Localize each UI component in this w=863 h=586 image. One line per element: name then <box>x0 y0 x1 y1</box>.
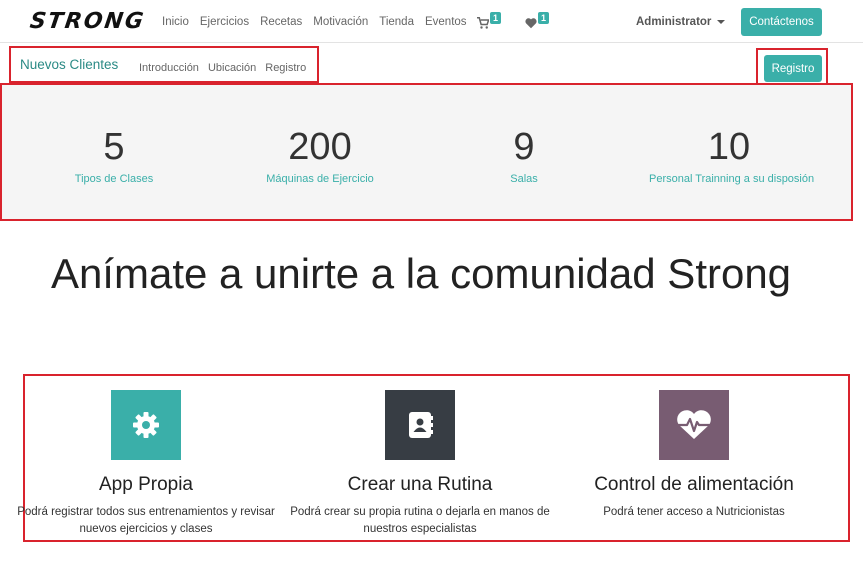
wishlist-link[interactable]: 1 <box>525 12 550 29</box>
subnav-title[interactable]: Nuevos Clientes <box>20 57 118 72</box>
feature-description: Podrá crear su propia rutina o dejarla e… <box>290 506 550 535</box>
stat-label: Personal Trainning a su disposión <box>649 173 815 185</box>
cart-link[interactable]: 1 <box>477 12 502 29</box>
feature-icon-box <box>111 390 181 460</box>
subnav-menu: Introducción Ubicación Registro <box>139 62 315 74</box>
feature-title: App Propia <box>98 474 193 495</box>
feature-description: Podrá tener acceso a Nutricionistas <box>603 506 785 518</box>
stat-number: 5 <box>103 126 125 168</box>
subnav-item-ubicacion[interactable]: Ubicación <box>208 62 256 74</box>
contact-button[interactable]: Contáctenos <box>741 8 822 36</box>
caret-down-icon <box>717 19 726 24</box>
register-button[interactable]: Registro <box>764 55 822 82</box>
stat-item: 200 Máquinas de Ejercicio <box>255 125 385 185</box>
stats-section: 5 Tipos de Clases 200 Máquinas de Ejerci… <box>0 83 853 221</box>
feature-title: Crear una Rutina <box>347 474 493 495</box>
feature-card: Crear una Rutina Podrá crear su propia r… <box>285 390 555 538</box>
brand-logo[interactable]: STRONG <box>28 9 146 34</box>
heartbeat-icon <box>677 410 711 439</box>
cart-count-badge: 1 <box>490 12 502 24</box>
menu-item-motivacion[interactable]: Motivación <box>313 16 368 28</box>
stat-number: 200 <box>288 126 352 168</box>
main-menu: Inicio Ejercicios Recetas Motivación Tie… <box>162 16 478 28</box>
stat-item: 9 Salas <box>484 125 564 185</box>
feature-card: App Propia Podrá registrar todos sus ent… <box>11 390 281 538</box>
menu-item-ejercicios[interactable]: Ejercicios <box>200 16 249 28</box>
cart-icon <box>477 17 489 29</box>
stat-label: Tipos de Clases <box>74 173 154 185</box>
menu-item-recetas[interactable]: Recetas <box>260 16 302 28</box>
stat-item: 5 Tipos de Clases <box>64 125 164 185</box>
page-headline: Anímate a unirte a la comunidad Strong <box>50 250 792 297</box>
feature-icon-box <box>659 390 729 460</box>
stat-number: 10 <box>707 126 751 168</box>
feature-card: Control de alimentación Podrá tener acce… <box>559 390 829 521</box>
menu-item-inicio[interactable]: Inicio <box>162 16 189 28</box>
stat-number: 9 <box>513 126 535 168</box>
user-name: Administrator <box>636 16 712 28</box>
menu-item-tienda[interactable]: Tienda <box>379 16 414 28</box>
menu-item-eventos[interactable]: Eventos <box>425 16 467 28</box>
subnav-highlight: Nuevos Clientes Introducción Ubicación R… <box>9 46 319 83</box>
address-book-icon <box>409 412 433 438</box>
subnav-item-introduccion[interactable]: Introducción <box>139 62 199 74</box>
gear-icon <box>133 412 159 438</box>
features-section: App Propia Podrá registrar todos sus ent… <box>17 374 850 542</box>
stat-label: Salas <box>510 173 538 185</box>
feature-icon-box <box>385 390 455 460</box>
heart-icon <box>525 18 537 29</box>
stat-label: Máquinas de Ejercicio <box>266 173 374 185</box>
subnav-item-registro[interactable]: Registro <box>265 62 306 74</box>
stat-item: 10 Personal Trainning a su disposión <box>649 125 815 185</box>
user-menu[interactable]: Administrator <box>636 16 726 28</box>
feature-description: Podrá registrar todos sus entrenamientos… <box>17 506 275 535</box>
register-highlight: Registro <box>756 48 828 85</box>
feature-title: Control de alimentación <box>594 474 794 495</box>
top-navbar: STRONG Inicio Ejercicios Recetas Motivac… <box>0 0 863 43</box>
wishlist-count-badge: 1 <box>538 12 550 24</box>
